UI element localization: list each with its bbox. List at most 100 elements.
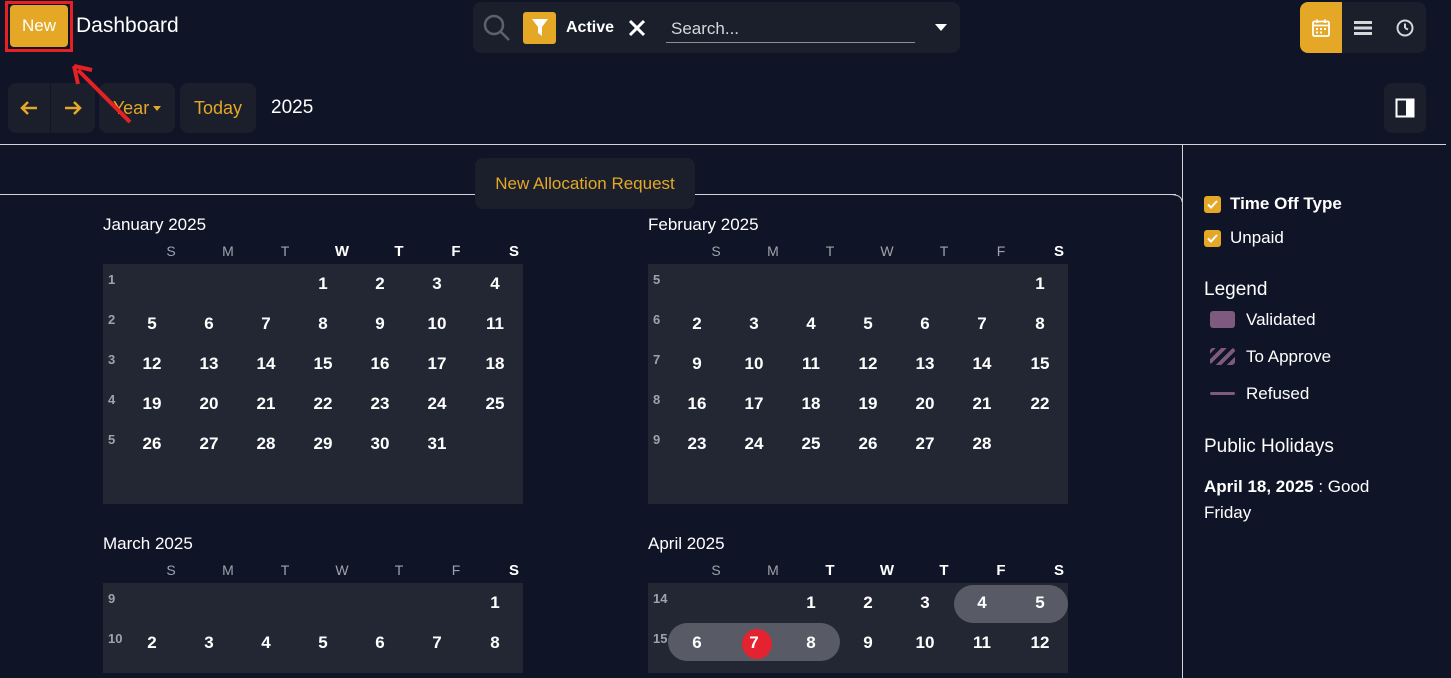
day-cell[interactable]: 26: [848, 434, 888, 454]
day-cell[interactable]: 5: [848, 314, 888, 334]
day-cell[interactable]: 6: [677, 633, 717, 653]
day-cell[interactable]: 9: [848, 633, 888, 653]
day-cell[interactable]: 13: [905, 354, 945, 374]
day-cell[interactable]: 14: [962, 354, 1002, 374]
day-cell[interactable]: 9: [677, 354, 717, 374]
today-button[interactable]: Today: [180, 83, 256, 133]
chevron-down-icon[interactable]: [935, 24, 947, 31]
day-cell[interactable]: 18: [791, 394, 831, 414]
day-cell[interactable]: 7: [734, 633, 774, 653]
day-cell[interactable]: 17: [417, 354, 457, 374]
month-3: April 2025 S M T W T F S 14 1 2 3 4 5 15 6 7 8 9 10 11 12: [648, 534, 1068, 673]
weekday-label: S: [166, 243, 176, 259]
day-cell[interactable]: 3: [905, 593, 945, 613]
weekday-label: T: [280, 562, 290, 578]
day-cell[interactable]: 26: [132, 434, 172, 454]
day-cell[interactable]: 11: [791, 354, 831, 374]
day-cell[interactable]: 2: [848, 593, 888, 613]
day-cell[interactable]: 5: [132, 314, 172, 334]
day-cell[interactable]: 23: [360, 394, 400, 414]
day-cell[interactable]: 4: [791, 314, 831, 334]
day-cell[interactable]: 16: [360, 354, 400, 374]
day-cell[interactable]: 27: [905, 434, 945, 454]
day-cell[interactable]: 1: [791, 593, 831, 613]
day-cell[interactable]: 25: [475, 394, 515, 414]
checkbox-icon[interactable]: [1204, 195, 1221, 213]
day-cell[interactable]: 6: [360, 633, 400, 653]
calendar-icon[interactable]: [1300, 2, 1342, 53]
day-cell[interactable]: 21: [246, 394, 286, 414]
day-cell[interactable]: 12: [848, 354, 888, 374]
day-cell[interactable]: 4: [475, 274, 515, 294]
side-panel-toggle[interactable]: [1384, 83, 1426, 133]
checkbox-icon[interactable]: [1204, 229, 1221, 247]
day-cell[interactable]: 27: [189, 434, 229, 454]
day-cell[interactable]: 7: [417, 633, 457, 653]
day-cell[interactable]: 15: [1020, 354, 1060, 374]
day-cell[interactable]: 12: [1020, 633, 1060, 653]
day-cell[interactable]: 6: [189, 314, 229, 334]
day-cell[interactable]: 13: [189, 354, 229, 374]
filter-checkbox-row[interactable]: Time Off Type: [1204, 187, 1444, 221]
day-cell[interactable]: 18: [475, 354, 515, 374]
weekday-label: S: [508, 562, 519, 579]
day-cell[interactable]: 1: [303, 274, 343, 294]
day-cell[interactable]: 19: [848, 394, 888, 414]
day-cell[interactable]: 11: [962, 633, 1002, 653]
day-cell[interactable]: 3: [189, 633, 229, 653]
day-cell[interactable]: 24: [417, 394, 457, 414]
day-cell[interactable]: 8: [303, 314, 343, 334]
clock-icon[interactable]: [1384, 2, 1426, 53]
day-cell[interactable]: 15: [303, 354, 343, 374]
day-cell[interactable]: 5: [1020, 593, 1060, 613]
day-cell[interactable]: 4: [246, 633, 286, 653]
day-cell[interactable]: 20: [905, 394, 945, 414]
day-cell[interactable]: 8: [791, 633, 831, 653]
day-cell[interactable]: 8: [475, 633, 515, 653]
new-allocation-request-button[interactable]: New Allocation Request: [475, 158, 695, 209]
day-cell[interactable]: 10: [905, 633, 945, 653]
day-cell[interactable]: 31: [417, 434, 457, 454]
day-cell[interactable]: 24: [734, 434, 774, 454]
day-cell[interactable]: 16: [677, 394, 717, 414]
legend-item: To Approve: [1204, 338, 1444, 375]
day-cell[interactable]: 3: [734, 314, 774, 334]
day-cell[interactable]: 3: [417, 274, 457, 294]
day-cell[interactable]: 10: [417, 314, 457, 334]
day-cell[interactable]: 28: [246, 434, 286, 454]
day-cell[interactable]: 28: [962, 434, 1002, 454]
day-cell[interactable]: 9: [360, 314, 400, 334]
day-cell[interactable]: 22: [1020, 394, 1060, 414]
search-icon[interactable]: [483, 14, 511, 47]
day-cell[interactable]: 4: [962, 593, 1002, 613]
search-input[interactable]: [666, 15, 915, 43]
day-cell[interactable]: 2: [360, 274, 400, 294]
day-cell[interactable]: 19: [132, 394, 172, 414]
day-cell[interactable]: 23: [677, 434, 717, 454]
day-cell[interactable]: 7: [962, 314, 1002, 334]
day-cell[interactable]: 10: [734, 354, 774, 374]
day-cell[interactable]: 20: [189, 394, 229, 414]
day-cell[interactable]: 2: [132, 633, 172, 653]
day-cell[interactable]: 7: [246, 314, 286, 334]
day-cell[interactable]: 29: [303, 434, 343, 454]
day-cell[interactable]: 22: [303, 394, 343, 414]
day-cell[interactable]: 1: [475, 593, 515, 613]
day-cell[interactable]: 12: [132, 354, 172, 374]
day-cell[interactable]: 30: [360, 434, 400, 454]
control-panel: New Dashboard Active: [0, 0, 1451, 54]
day-cell[interactable]: 8: [1020, 314, 1060, 334]
day-cell[interactable]: 25: [791, 434, 831, 454]
close-icon[interactable]: [626, 17, 648, 39]
day-cell[interactable]: 1: [1020, 274, 1060, 294]
day-cell[interactable]: 6: [905, 314, 945, 334]
list-icon[interactable]: [1342, 2, 1384, 53]
day-cell[interactable]: 11: [475, 314, 515, 334]
day-cell[interactable]: 2: [677, 314, 717, 334]
day-cell[interactable]: 17: [734, 394, 774, 414]
filter-checkbox-row[interactable]: Unpaid: [1204, 221, 1444, 255]
previous-button[interactable]: [8, 83, 50, 133]
day-cell[interactable]: 5: [303, 633, 343, 653]
day-cell[interactable]: 14: [246, 354, 286, 374]
day-cell[interactable]: 21: [962, 394, 1002, 414]
